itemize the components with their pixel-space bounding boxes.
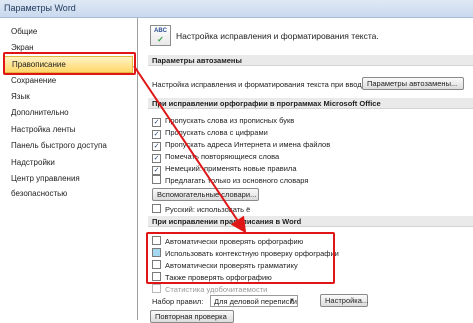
annotation-arrow — [133, 65, 247, 234]
